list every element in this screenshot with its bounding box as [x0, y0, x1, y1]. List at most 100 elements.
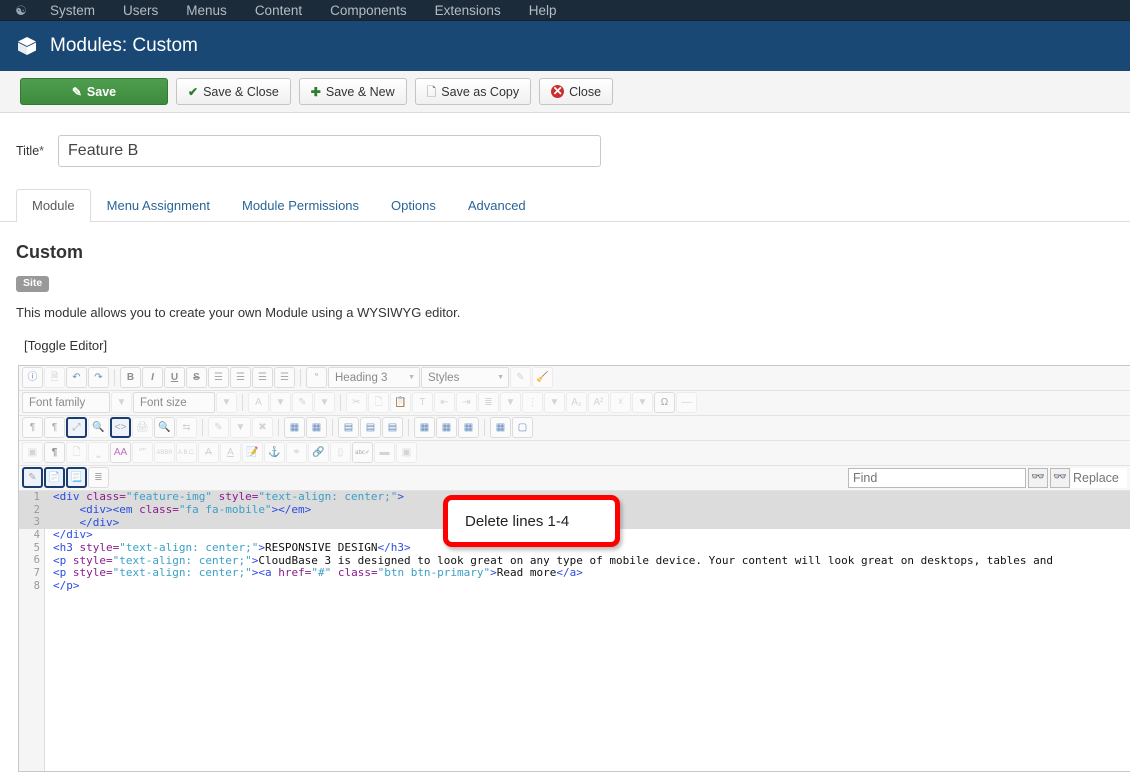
bold-icon[interactable]: B	[120, 367, 141, 388]
indent-icon[interactable]: ⇥	[456, 392, 477, 413]
clean-styles-icon[interactable]: 🧹	[532, 367, 553, 388]
superscript-icon[interactable]: A²	[588, 392, 609, 413]
undo-icon[interactable]: ↶	[66, 367, 87, 388]
indent-list-icon[interactable]: ≣	[88, 467, 109, 488]
acronym-icon[interactable]: A.B.C.	[176, 442, 197, 463]
background-color-chevron-down-icon[interactable]: ▼	[314, 392, 335, 413]
binoculars-down-icon[interactable]: 👓	[1028, 467, 1048, 488]
blockquote-icon[interactable]: “	[306, 367, 327, 388]
tab-module-permissions[interactable]: Module Permissions	[226, 189, 375, 222]
hr-icon[interactable]: ▬	[374, 442, 395, 463]
layer-icon[interactable]: ▣	[396, 442, 417, 463]
delete-row-icon[interactable]: ▤	[382, 417, 403, 438]
save-new-button[interactable]: ✚ Save & New	[298, 78, 407, 105]
save-close-button[interactable]: ✔ Save & Close	[176, 78, 291, 105]
anchor-icon[interactable]: ⚓	[264, 442, 285, 463]
replace-icon[interactable]: ⇆	[176, 417, 197, 438]
edit-icon[interactable]: ✎	[208, 417, 229, 438]
subscript-icon[interactable]: A₂	[566, 392, 587, 413]
paste-icon[interactable]: 📋	[390, 392, 411, 413]
source-code-icon[interactable]: <>	[110, 417, 131, 438]
save-copy-button[interactable]: 🗋 Save as Copy	[414, 78, 532, 105]
tab-advanced[interactable]: Advanced	[452, 189, 542, 222]
underline-icon[interactable]: U	[164, 367, 185, 388]
fontsize-chevron-down-icon[interactable]: ▼	[216, 392, 237, 413]
tab-options[interactable]: Options	[375, 189, 452, 222]
code-line[interactable]: 8 </p>	[19, 579, 1130, 592]
tab-module[interactable]: Module	[16, 189, 91, 222]
table-props-icon[interactable]: ▦	[306, 417, 327, 438]
frame-icon[interactable]: ▢	[512, 417, 533, 438]
visual-aid-icon[interactable]: ▣	[22, 442, 43, 463]
align-justify-icon[interactable]: ☰	[274, 367, 295, 388]
menu-item-help[interactable]: Help	[529, 3, 557, 18]
link-icon[interactable]: 🔗	[308, 442, 329, 463]
horizontal-rule-icon[interactable]: —	[676, 392, 697, 413]
menu-item-content[interactable]: Content	[255, 3, 302, 18]
del-icon[interactable]: A	[198, 442, 219, 463]
remove-format-chevron-down-icon[interactable]: ▼	[632, 392, 653, 413]
text-color-chevron-down-icon[interactable]: ▼	[270, 392, 291, 413]
help-icon[interactable]: ⓘ	[22, 367, 43, 388]
align-left-icon[interactable]: ☰	[208, 367, 229, 388]
ltr-icon[interactable]: ¶	[22, 417, 43, 438]
code-line[interactable]: 6 <p style="text-align: center;">CloudBa…	[19, 554, 1130, 567]
bulleted-list-chevron-down-icon[interactable]: ▼	[544, 392, 565, 413]
image-remove-icon[interactable]: ✖	[252, 417, 273, 438]
fontfamily-chevron-down-icon[interactable]: ▼	[111, 392, 132, 413]
pagebreak-icon[interactable]: 🗋	[66, 442, 87, 463]
article-icon[interactable]: 📄	[44, 467, 65, 488]
tab-menu-assignment[interactable]: Menu Assignment	[91, 189, 226, 222]
ins-icon[interactable]: A	[220, 442, 241, 463]
new-document-icon[interactable]: 🗎	[44, 367, 65, 388]
font-select-icon[interactable]: AA	[110, 442, 131, 463]
note-icon[interactable]: 📝	[242, 442, 263, 463]
col-before-icon[interactable]: ▦	[414, 417, 435, 438]
rtl-icon[interactable]: ¶	[44, 417, 65, 438]
delete-col-icon[interactable]: ▦	[458, 417, 479, 438]
align-center-icon[interactable]: ☰	[230, 367, 251, 388]
menu-item-components[interactable]: Components	[330, 3, 407, 18]
spellcheck-icon[interactable]: abc✓	[352, 442, 373, 463]
article-list-icon[interactable]: 📃	[66, 467, 87, 488]
col-after-icon[interactable]: ▦	[436, 417, 457, 438]
abbr-icon[interactable]: ABBR	[154, 442, 175, 463]
fontsize-select[interactable]: Font size	[133, 392, 215, 413]
styles-select[interactable]: Styles ▼	[421, 367, 509, 388]
close-button[interactable]: ✕ Close	[539, 78, 614, 105]
strikethrough-icon[interactable]: S	[186, 367, 207, 388]
numbered-list-icon[interactable]: ≣	[478, 392, 499, 413]
remove-format-icon[interactable]: ✎	[510, 367, 531, 388]
code-line[interactable]: 7 <p style="text-align: center;"><a href…	[19, 566, 1130, 579]
menu-item-extensions[interactable]: Extensions	[435, 3, 501, 18]
find-input[interactable]	[848, 467, 1026, 488]
binoculars-up-icon[interactable]: 👓	[1050, 467, 1070, 488]
remove-format-icon[interactable]: ☓	[610, 392, 631, 413]
title-input[interactable]	[58, 135, 602, 167]
save-button[interactable]: ✎ Save	[20, 78, 168, 105]
paste-as-text-icon[interactable]: T	[412, 392, 433, 413]
align-right-icon[interactable]: ☰	[252, 367, 273, 388]
preview-icon[interactable]: 🔍	[88, 417, 109, 438]
menu-item-system[interactable]: System	[50, 3, 95, 18]
menu-item-users[interactable]: Users	[123, 3, 158, 18]
search-icon[interactable]: 🔍	[154, 417, 175, 438]
fullscreen-icon[interactable]: ⤢	[66, 417, 87, 438]
media-icon[interactable]: ▯	[330, 442, 351, 463]
article-edit-icon[interactable]: ✎	[22, 467, 43, 488]
readmore-icon[interactable]: ⎵	[88, 442, 109, 463]
fontfamily-select[interactable]: Font family	[22, 392, 110, 413]
table-icon[interactable]: ▦	[284, 417, 305, 438]
grid-icon[interactable]: ▦	[490, 417, 511, 438]
italic-icon[interactable]: I	[142, 367, 163, 388]
bulleted-list-icon[interactable]: ⋮	[522, 392, 543, 413]
row-before-icon[interactable]: ▤	[338, 417, 359, 438]
toggle-editor-link[interactable]: [Toggle Editor]	[24, 338, 107, 353]
menu-item-menus[interactable]: Menus	[186, 3, 227, 18]
quote-icon[interactable]: “”	[132, 442, 153, 463]
redo-icon[interactable]: ↷	[88, 367, 109, 388]
text-color-icon[interactable]: A	[248, 392, 269, 413]
cut-icon[interactable]: ✂	[346, 392, 367, 413]
replace-input[interactable]	[1071, 467, 1127, 488]
copy-icon[interactable]: 🗋	[368, 392, 389, 413]
